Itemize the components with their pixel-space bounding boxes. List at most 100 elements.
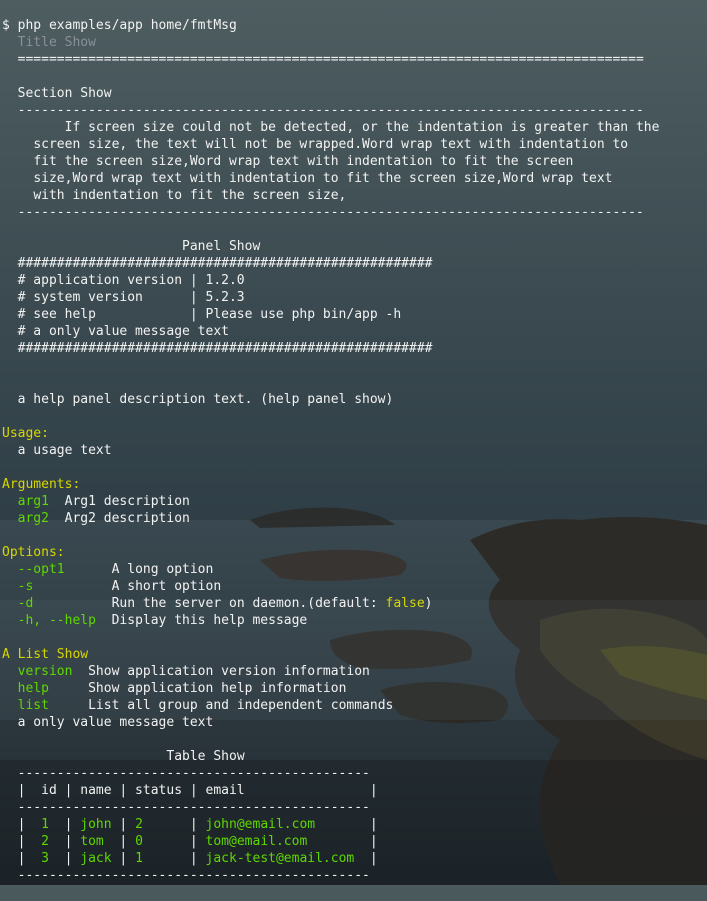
paragraph-text: size,Word wrap text with indentation to … bbox=[33, 171, 613, 186]
option-desc: Run the server on daemon.(default: bbox=[111, 596, 386, 611]
section-heading-text: Section Show bbox=[17, 86, 112, 101]
panel-row-text: # system version | 5.2.3 bbox=[17, 290, 245, 305]
panel-heading-text: Panel Show bbox=[182, 239, 261, 254]
list-item: help Show application help information bbox=[2, 680, 702, 697]
panel-border-text: ########################################… bbox=[17, 256, 433, 271]
title-show: Title Show bbox=[2, 34, 702, 51]
paragraph-text: with indentation to fit the screen size, bbox=[33, 188, 347, 203]
option-desc: A short option bbox=[111, 579, 222, 594]
list-item-desc: List all group and independent commands bbox=[88, 698, 394, 713]
option-desc: A long option bbox=[111, 562, 214, 577]
paragraph-text: If screen size could not be detected, or… bbox=[33, 120, 660, 135]
cell-name: john bbox=[80, 817, 112, 832]
section-paragraph-line: screen size, the text will not be wrappe… bbox=[2, 136, 702, 153]
panel-row-text: # application version | 1.2.0 bbox=[17, 273, 245, 288]
list-item-desc: Show application help information bbox=[88, 681, 347, 696]
option-row: -s A short option bbox=[2, 578, 702, 595]
table-heading-text: Table Show bbox=[166, 749, 245, 764]
option-name: --opt1 bbox=[17, 562, 65, 577]
list-item: version Show application version informa… bbox=[2, 663, 702, 680]
argument-desc: Arg2 description bbox=[64, 511, 190, 526]
option-close: ) bbox=[424, 596, 433, 611]
cell-email: john@email.com bbox=[205, 817, 316, 832]
cell-email: jack-test@email.com bbox=[205, 851, 355, 866]
panel-row: # a only value message text bbox=[2, 323, 702, 340]
section-paragraph-line: If screen size could not be detected, or… bbox=[2, 119, 702, 136]
table-row: | 3 | jack | 1 | jack-test@email.com | bbox=[2, 851, 378, 866]
table-rule-mid: ----------------------------------------… bbox=[2, 799, 702, 816]
table-rule-text: ----------------------------------------… bbox=[17, 766, 370, 781]
option-name: -h, --help bbox=[17, 613, 96, 628]
pad bbox=[49, 511, 65, 526]
list-heading: A List Show bbox=[2, 647, 89, 662]
command-prompt: $ php examples/app home/fmtMsg bbox=[2, 18, 237, 33]
title-rule-text: ========================================… bbox=[17, 52, 644, 67]
cell-status: 2 bbox=[135, 817, 143, 832]
panel-row-text: # see help | Please use php bin/app -h bbox=[17, 307, 402, 322]
paragraph-text: screen size, the text will not be wrappe… bbox=[33, 137, 629, 152]
usage-heading: Usage: bbox=[2, 426, 49, 441]
table-rule-text: ----------------------------------------… bbox=[17, 868, 370, 883]
section-paragraph-line: size,Word wrap text with indentation to … bbox=[2, 170, 702, 187]
list-item-name: help bbox=[17, 681, 49, 696]
option-desc: Display this help message bbox=[111, 613, 308, 628]
cell-id: 3 bbox=[41, 851, 49, 866]
help-description-text: a help panel description text. (help pan… bbox=[17, 392, 394, 407]
cell-id: 2 bbox=[41, 834, 49, 849]
argument-desc: Arg1 description bbox=[64, 494, 190, 509]
panel-row-text: # a only value message text bbox=[17, 324, 229, 339]
section-paragraph-line: fit the screen size,Word wrap text with … bbox=[2, 153, 702, 170]
panel-row: # see help | Please use php bin/app -h bbox=[2, 306, 702, 323]
section-rule-top: ----------------------------------------… bbox=[2, 102, 702, 119]
section-rule-bottom: ----------------------------------------… bbox=[2, 204, 702, 221]
cell-status: 0 bbox=[135, 834, 143, 849]
pad bbox=[65, 562, 112, 577]
usage-text-value: a usage text bbox=[17, 443, 112, 458]
argument-row: arg1 Arg1 description bbox=[2, 493, 702, 510]
pad bbox=[72, 664, 88, 679]
pad bbox=[33, 596, 111, 611]
table-header-text: | id | name | status | email | bbox=[17, 783, 378, 798]
panel-row: # application version | 1.2.0 bbox=[2, 272, 702, 289]
list-item: list List all group and independent comm… bbox=[2, 697, 702, 714]
table-heading: Table Show bbox=[2, 748, 702, 765]
section-paragraph-line: with indentation to fit the screen size, bbox=[2, 187, 702, 204]
usage-text: a usage text bbox=[2, 442, 702, 459]
pad bbox=[49, 681, 88, 696]
table-header-row: | id | name | status | email | bbox=[2, 782, 702, 799]
argument-name: arg1 bbox=[17, 494, 49, 509]
argument-name: arg2 bbox=[17, 511, 49, 526]
section-rule-text: ----------------------------------------… bbox=[17, 205, 644, 220]
terminal-output: $ php examples/app home/fmtMsg Title Sho… bbox=[2, 0, 702, 901]
list-item-name: version bbox=[17, 664, 73, 679]
option-row: -h, --help Display this help message bbox=[2, 612, 702, 629]
option-name: -d bbox=[17, 596, 34, 611]
option-row: -d Run the server on daemon.(default: fa… bbox=[2, 595, 702, 612]
title-rule: ========================================… bbox=[2, 51, 702, 68]
arguments-heading: Arguments: bbox=[2, 477, 81, 492]
cell-name: jack bbox=[80, 851, 112, 866]
table-rule-text: ----------------------------------------… bbox=[17, 800, 370, 815]
cell-email: tom@email.com bbox=[205, 834, 308, 849]
list-footer-text: a only value message text bbox=[17, 715, 214, 730]
list-footer: a only value message text bbox=[2, 714, 702, 731]
section-heading: Section Show bbox=[2, 85, 702, 102]
panel-border-top: ########################################… bbox=[2, 255, 702, 272]
cell-id: 1 bbox=[41, 817, 49, 832]
cell-status: 1 bbox=[135, 851, 143, 866]
pad bbox=[49, 698, 88, 713]
pad bbox=[96, 613, 112, 628]
panel-row: # system version | 5.2.3 bbox=[2, 289, 702, 306]
list-item-name: list bbox=[17, 698, 49, 713]
option-name: -s bbox=[17, 579, 34, 594]
help-description: a help panel description text. (help pan… bbox=[2, 391, 702, 408]
argument-row: arg2 Arg2 description bbox=[2, 510, 702, 527]
title-text: Title Show bbox=[17, 35, 96, 50]
pad bbox=[49, 494, 65, 509]
